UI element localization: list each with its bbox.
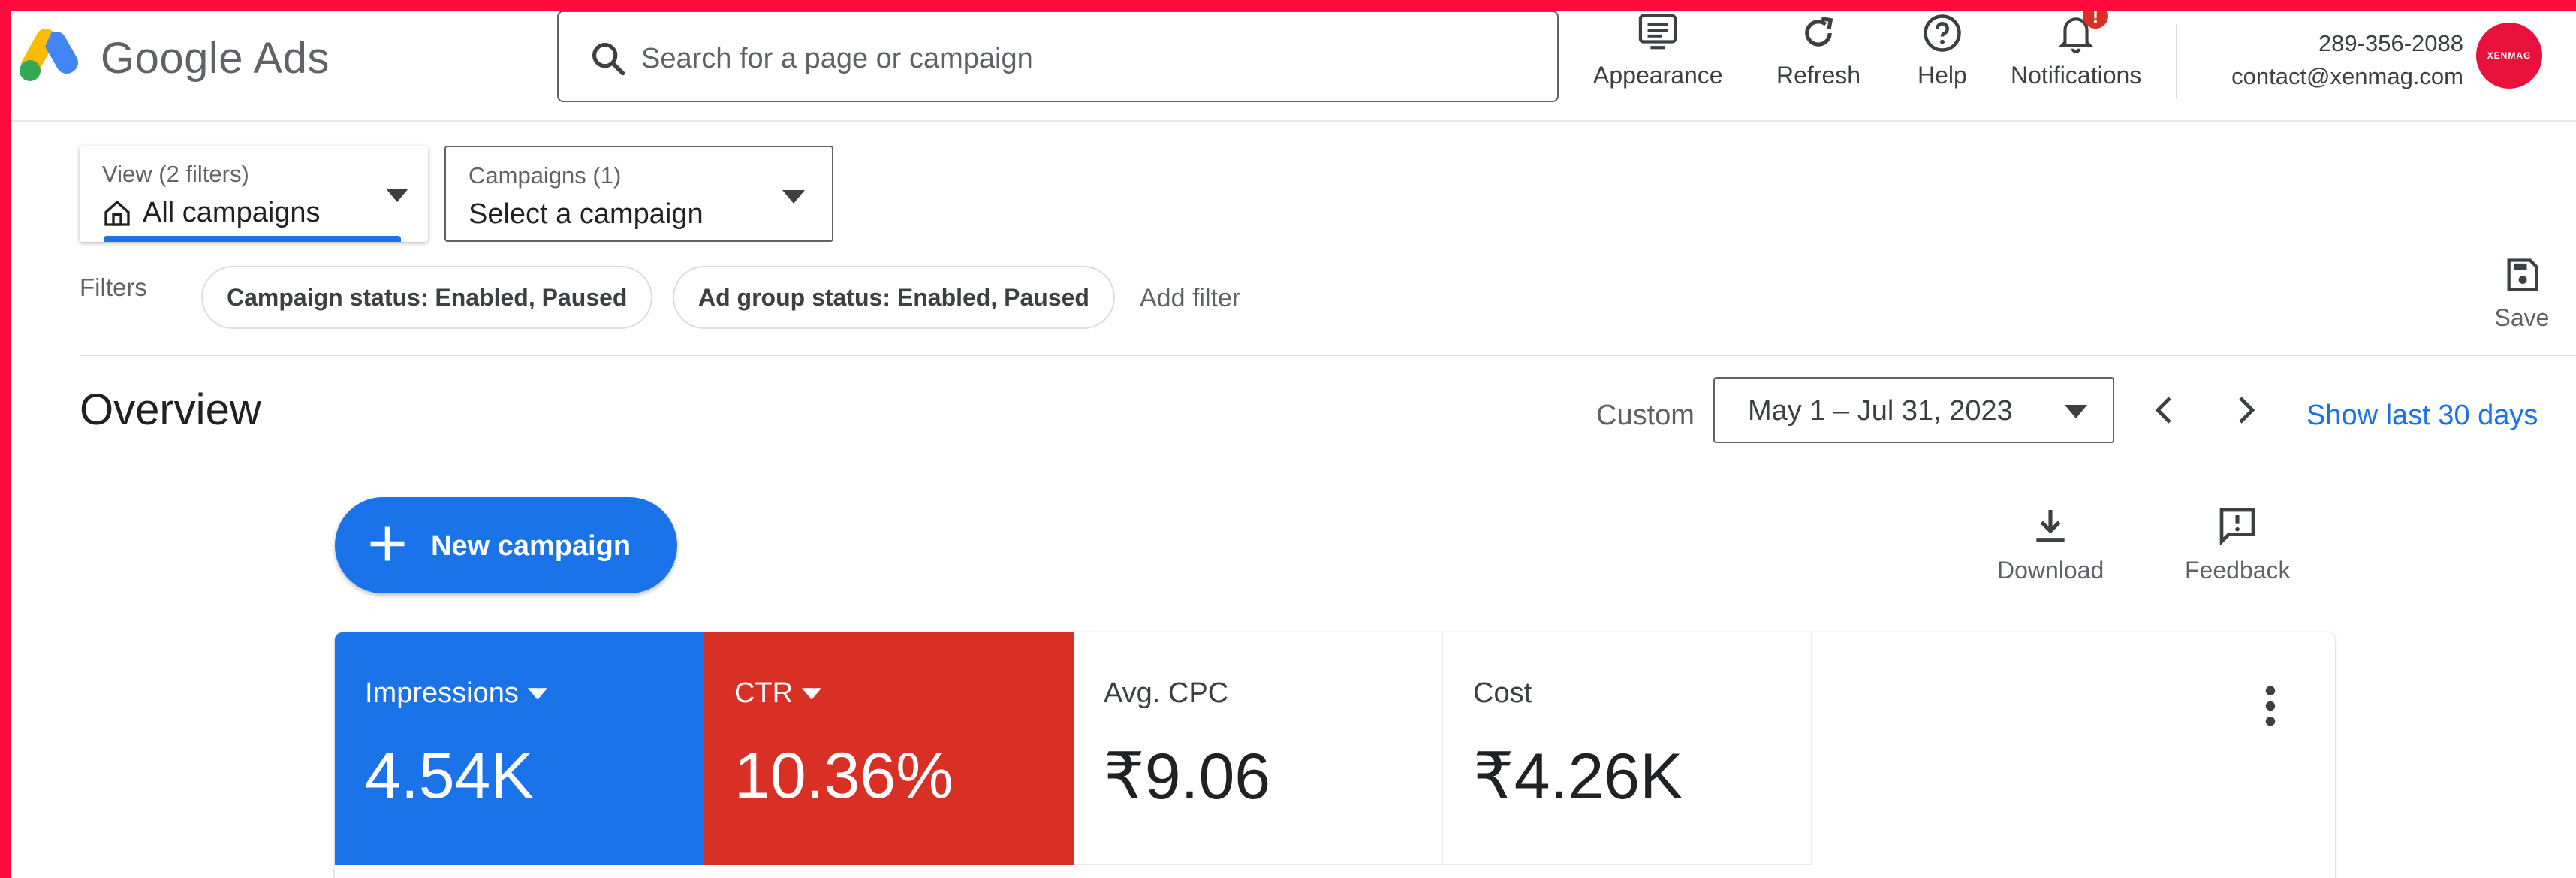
feedback-button[interactable]: Feedback (2185, 505, 2291, 584)
chevron-down-icon (2065, 405, 2087, 418)
metric-cost[interactable]: Cost ₹4.26K (1443, 632, 1812, 865)
metric-name: Impressions (365, 677, 519, 709)
new-campaign-button[interactable]: New campaign (335, 497, 677, 593)
campaign-selector-label: Campaigns (1) (469, 162, 622, 189)
help-icon (1924, 14, 1961, 52)
refresh-icon (1805, 16, 1833, 47)
campaign-selector-value: Select a campaign (469, 198, 704, 230)
chevron-down-icon (802, 687, 822, 700)
show-last-30-days-link[interactable]: Show last 30 days (2306, 400, 2538, 432)
metric-name: CTR (734, 677, 794, 709)
metric-ctr[interactable]: CTR 10.36% (704, 632, 1074, 865)
search-box[interactable] (557, 11, 1559, 102)
page-title: Overview (80, 385, 261, 434)
account-info[interactable]: 289-356-2088 contact@xenmag.com (2231, 27, 2463, 93)
save-label: Save (2494, 304, 2550, 331)
notifications-button[interactable]: Notifications (2011, 11, 2141, 89)
account-email: contact@xenmag.com (2231, 63, 2463, 89)
metric-value: 4.54K (365, 740, 534, 812)
search-icon (592, 42, 625, 76)
metric-name: Avg. CPC (1104, 677, 1229, 709)
search-input[interactable] (640, 38, 1529, 80)
appearance-label: Appearance (1593, 62, 1723, 89)
metric-value: ₹9.06 (1104, 741, 1271, 813)
refresh-label: Refresh (1776, 62, 1861, 89)
previous-period-icon[interactable] (2147, 392, 2183, 428)
chevron-down-icon (782, 190, 805, 204)
google-ads-logo-icon[interactable] (17, 27, 80, 84)
view-selector-value: All campaigns (143, 197, 321, 228)
help-label: Help (1918, 62, 1967, 89)
performance-card: Impressions 4.54K CTR 10.36% Avg. CPC ₹9… (335, 632, 2335, 878)
view-selector[interactable]: View (2 filters) All campaigns (80, 146, 428, 242)
help-button[interactable]: Help (1918, 11, 1967, 89)
more-options-icon[interactable] (2261, 685, 2279, 727)
feedback-label: Feedback (2185, 557, 2291, 584)
appearance-button[interactable]: Appearance (1593, 11, 1723, 89)
notifications-label: Notifications (2011, 62, 2142, 89)
add-filter-button[interactable]: Add filter (1140, 284, 1240, 313)
metric-name: Cost (1473, 677, 1532, 709)
download-label: Download (1997, 557, 2104, 584)
filter-chip-campaign-status[interactable]: Campaign status: Enabled, Paused (201, 266, 653, 329)
plus-icon (370, 526, 405, 561)
download-icon (2036, 510, 2065, 542)
campaign-selector[interactable]: Campaigns (1) Select a campaign (444, 146, 833, 242)
next-period-icon[interactable] (2227, 392, 2263, 428)
metric-impressions[interactable]: Impressions 4.54K (335, 632, 704, 865)
save-icon (2507, 258, 2538, 291)
home-icon (104, 200, 130, 226)
section-divider (80, 355, 2576, 356)
brand-name: Google Ads (101, 34, 330, 83)
new-campaign-label: New campaign (431, 530, 631, 562)
appearance-icon (1639, 14, 1677, 50)
date-range-value: May 1 – Jul 31, 2023 (1748, 395, 2013, 427)
chevron-down-icon (386, 189, 408, 202)
header-divider (2176, 24, 2177, 99)
date-range-picker[interactable]: May 1 – Jul 31, 2023 (1713, 377, 2114, 443)
chevron-down-icon (527, 687, 547, 700)
account-phone: 289-356-2088 (2318, 30, 2463, 56)
active-indicator (104, 236, 401, 242)
filter-chip-ad-group-status[interactable]: Ad group status: Enabled, Paused (673, 266, 1115, 329)
metric-value: ₹4.26K (1473, 741, 1683, 813)
view-selector-label: View (2 filters) (102, 161, 249, 187)
metric-value: 10.36% (734, 740, 954, 812)
avatar[interactable]: XENMAG (2476, 23, 2542, 89)
save-button[interactable]: Save (2488, 255, 2556, 332)
filters-label: Filters (80, 273, 147, 301)
feedback-icon (2219, 508, 2255, 546)
top-bar: Google Ads Appearance (11, 11, 2576, 122)
metric-avg-cpc[interactable]: Avg. CPC ₹9.06 (1074, 632, 1443, 865)
app-window: Google Ads Appearance (11, 11, 2576, 878)
download-button[interactable]: Download (1997, 505, 2104, 584)
range-type-label: Custom (1596, 400, 1695, 431)
refresh-button[interactable]: Refresh (1776, 11, 1860, 89)
